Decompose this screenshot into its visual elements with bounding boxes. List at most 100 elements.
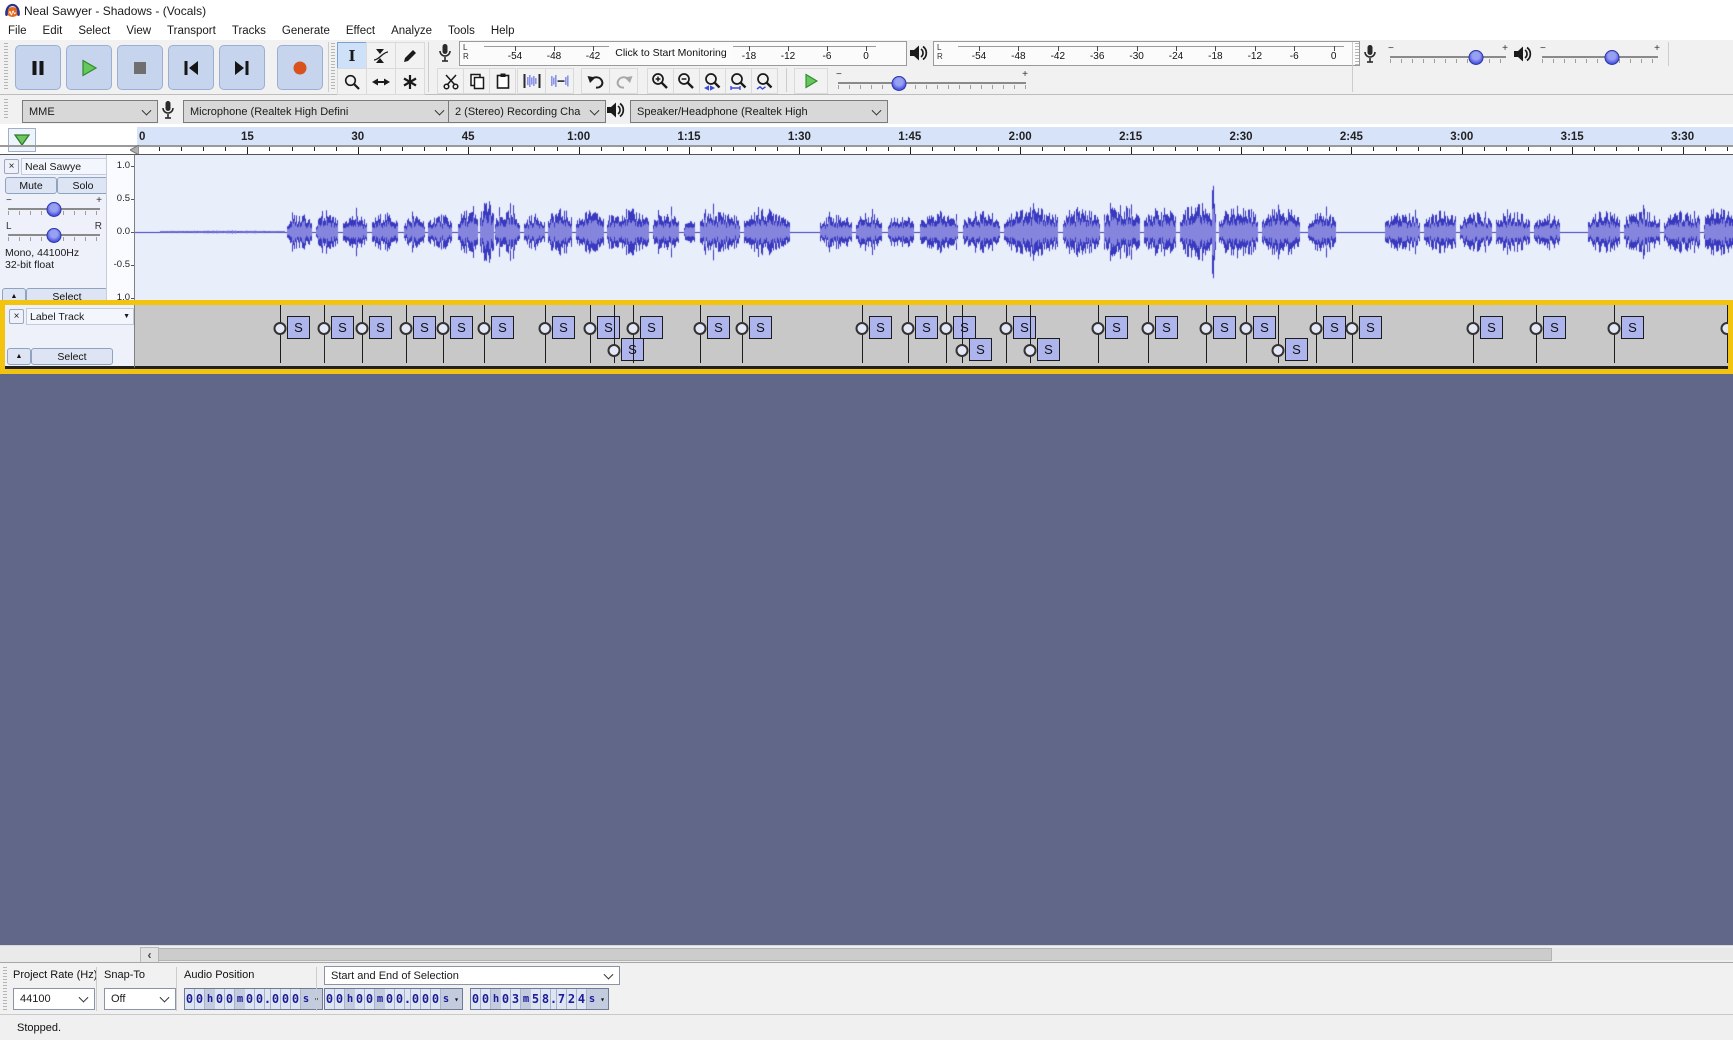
label-text-box[interactable]: S xyxy=(749,316,772,339)
gain-thumb[interactable] xyxy=(47,202,62,217)
label-text-box[interactable]: S xyxy=(450,316,473,339)
selection-end-field[interactable]: 00h03m58.724s▾ xyxy=(470,988,609,1010)
audio-position-field[interactable]: 00h00m00.000s▾ xyxy=(184,988,323,1010)
label-text-box[interactable]: S xyxy=(1621,316,1644,339)
label-handle[interactable] xyxy=(1272,344,1285,357)
timeline-options-button[interactable] xyxy=(8,128,36,152)
time-digit[interactable]: 0 xyxy=(195,989,205,1009)
time-digit[interactable]: 0 xyxy=(335,989,345,1009)
selection-mode-select[interactable]: Start and End of Selection xyxy=(324,966,620,985)
label-handle[interactable] xyxy=(694,322,707,335)
label-handle[interactable] xyxy=(478,322,491,335)
pause-button[interactable] xyxy=(15,45,61,90)
label-handle[interactable] xyxy=(1346,322,1359,335)
time-digit[interactable]: 3 xyxy=(511,989,521,1009)
fit-selection-button[interactable] xyxy=(699,68,726,94)
fit-project-button[interactable] xyxy=(725,68,752,94)
label-text-box[interactable]: S xyxy=(597,316,620,339)
close-track-button[interactable]: × xyxy=(9,309,24,324)
collapse-track-button[interactable]: ▲ xyxy=(7,348,31,365)
label-track-content[interactable]: SSSSSSSSSSSSSSSSSSSSSSSSSSSSS xyxy=(135,305,1728,369)
label-handle[interactable] xyxy=(1092,322,1105,335)
menu-item-tools[interactable]: Tools xyxy=(440,22,483,40)
playback-meter-speaker-icon[interactable] xyxy=(907,41,931,64)
zoom-in-button[interactable] xyxy=(647,68,674,94)
label-handle[interactable] xyxy=(736,322,749,335)
label-handle[interactable] xyxy=(1310,322,1323,335)
time-digit[interactable]: 0 xyxy=(291,989,301,1009)
time-digit[interactable]: h xyxy=(205,989,215,1009)
label-handle[interactable] xyxy=(1240,322,1253,335)
label-text-box[interactable]: S xyxy=(1323,316,1346,339)
play-speed-thumb[interactable] xyxy=(892,76,907,91)
time-digit[interactable]: 0 xyxy=(421,989,431,1009)
record-button[interactable] xyxy=(277,45,323,90)
time-digit[interactable]: 0 xyxy=(225,989,235,1009)
record-volume-thumb[interactable] xyxy=(1468,50,1483,65)
scrollbar-track[interactable] xyxy=(1552,948,1733,960)
gain-slider[interactable]: − + xyxy=(6,195,102,217)
label-text-box[interactable]: S xyxy=(1480,316,1503,339)
menu-item-help[interactable]: Help xyxy=(483,22,523,40)
scroll-left-button[interactable]: ‹ xyxy=(140,947,159,963)
time-digit[interactable]: 0 xyxy=(431,989,441,1009)
menu-item-transport[interactable]: Transport xyxy=(159,22,224,40)
label-handle[interactable] xyxy=(627,322,640,335)
label-text-box[interactable]: S xyxy=(287,316,310,339)
time-digit[interactable]: s xyxy=(587,989,597,1009)
time-digit[interactable]: m xyxy=(521,989,531,1009)
time-digit[interactable]: 0 xyxy=(471,989,481,1009)
time-digit[interactable]: 0 xyxy=(355,989,365,1009)
time-field-dropdown-icon[interactable]: ▾ xyxy=(597,989,608,1009)
label-text-box[interactable]: S xyxy=(1013,316,1036,339)
zoom-tool-button[interactable] xyxy=(337,68,367,95)
label-text-box[interactable]: S xyxy=(369,316,392,339)
label-handle[interactable] xyxy=(1608,322,1621,335)
menu-item-tracks[interactable]: Tracks xyxy=(224,22,274,40)
label-text-box[interactable]: S xyxy=(491,316,514,339)
transport-toolbar-grip[interactable] xyxy=(4,43,8,91)
trim-audio-button[interactable] xyxy=(517,68,546,94)
playback-meter[interactable]: LR-54-48-42-36-30-24-18-12-60 xyxy=(933,41,1360,66)
output-device-select[interactable]: Speaker/Headphone (Realtek High xyxy=(630,100,888,123)
undo-button[interactable] xyxy=(581,68,610,94)
zoom-out-button[interactable] xyxy=(673,68,700,94)
time-digit[interactable]: 2 xyxy=(567,989,577,1009)
skip-to-end-button[interactable] xyxy=(219,45,265,90)
label-text-box[interactable]: S xyxy=(413,316,436,339)
label-text-box[interactable]: S xyxy=(1155,316,1178,339)
tools-toolbar-grip[interactable] xyxy=(331,43,335,91)
paste-button[interactable] xyxy=(489,68,516,94)
selection-tool-button[interactable]: I xyxy=(337,42,367,69)
menu-item-generate[interactable]: Generate xyxy=(274,22,338,40)
time-digit[interactable]: 0 xyxy=(411,989,421,1009)
time-digit[interactable]: 0 xyxy=(365,989,375,1009)
close-track-button[interactable]: × xyxy=(4,159,19,174)
mixer-toolbar-grip[interactable] xyxy=(1355,43,1359,67)
label-text-box[interactable]: S xyxy=(869,316,892,339)
time-digit[interactable]: 0 xyxy=(481,989,491,1009)
label-handle[interactable] xyxy=(539,322,552,335)
menu-item-file[interactable]: File xyxy=(0,22,35,40)
snap-to-select[interactable]: Off xyxy=(104,988,176,1010)
time-digit[interactable]: 0 xyxy=(245,989,255,1009)
label-text-box[interactable]: S xyxy=(707,316,730,339)
time-digit[interactable]: h xyxy=(345,989,355,1009)
time-digit[interactable]: 0 xyxy=(281,989,291,1009)
menu-item-edit[interactable]: Edit xyxy=(35,22,71,40)
solo-button[interactable]: Solo xyxy=(57,177,109,194)
skip-to-start-button[interactable] xyxy=(168,45,214,90)
record-volume-slider[interactable]: − + xyxy=(1388,43,1508,65)
pan-slider[interactable]: L R xyxy=(6,221,102,243)
redo-button[interactable] xyxy=(609,68,638,94)
track-select-button[interactable]: Select xyxy=(31,348,113,365)
collapse-track-button[interactable]: ▲ xyxy=(2,288,26,300)
time-digit[interactable]: 0 xyxy=(271,989,281,1009)
label-text-box[interactable]: S xyxy=(969,338,992,361)
label-handle[interactable] xyxy=(400,322,413,335)
label-text-box[interactable]: S xyxy=(1213,316,1236,339)
recording-meter[interactable]: LR-54-48-42-36-30-24-18-12-60Click to St… xyxy=(459,41,907,66)
label-handle[interactable] xyxy=(584,322,597,335)
label-text-box[interactable]: S xyxy=(1105,316,1128,339)
label-handle[interactable] xyxy=(1721,322,1729,335)
